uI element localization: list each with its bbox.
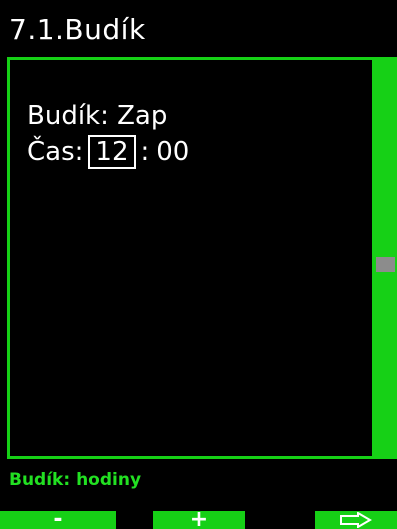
- increase-label: +: [189, 507, 209, 529]
- next-button[interactable]: [315, 511, 397, 529]
- minute-field[interactable]: 00: [156, 135, 189, 169]
- time-label: Čas:: [27, 137, 84, 167]
- settings-panel: Budík: Zap Čas: 12 : 00: [7, 57, 375, 459]
- time-setting-row: Čas: 12 : 00: [27, 135, 189, 169]
- alarm-value: Zap: [117, 101, 168, 131]
- page-title: 7.1.Budík: [9, 13, 146, 46]
- status-hint: Budík: hodiny: [9, 470, 142, 490]
- right-arrow-icon: [338, 512, 374, 528]
- alarm-setting-row: Budík: Zap: [27, 101, 167, 131]
- hour-field[interactable]: 12: [88, 135, 136, 169]
- scrollbar-thumb[interactable]: [376, 257, 395, 272]
- increase-button[interactable]: +: [153, 507, 245, 529]
- scrollbar[interactable]: [374, 57, 397, 459]
- decrease-button[interactable]: -: [0, 507, 116, 529]
- time-separator: :: [140, 137, 150, 167]
- dive-computer-screen: 7.1.Budík Budík: Zap Čas: 12 : 00 Budík:…: [0, 0, 397, 529]
- alarm-label: Budík:: [27, 101, 109, 131]
- decrease-label: -: [53, 507, 63, 529]
